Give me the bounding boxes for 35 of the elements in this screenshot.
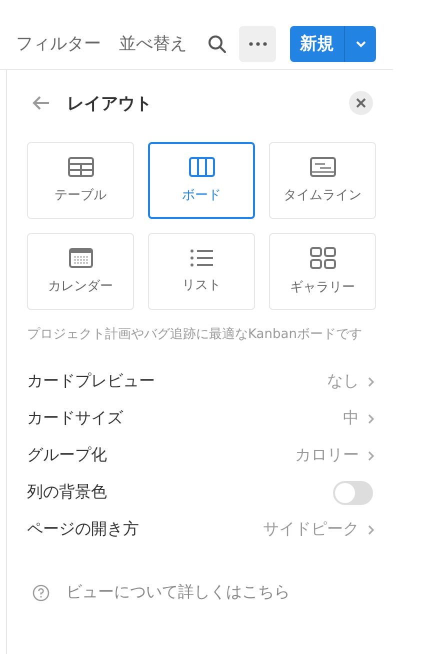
layout-option[interactable]: テーブル xyxy=(27,142,134,219)
timeline-icon xyxy=(310,157,336,177)
filter-button[interactable]: フィルター xyxy=(16,32,101,55)
setting-label: 列の背景色 xyxy=(27,482,107,503)
help-link[interactable]: ビューについて詳しくはこちら xyxy=(27,582,375,603)
more-icon xyxy=(248,42,266,46)
calendar-icon xyxy=(68,248,92,268)
layout-option[interactable]: リスト xyxy=(148,233,255,310)
sort-button[interactable]: 並べ替え xyxy=(119,32,187,55)
close-button[interactable] xyxy=(349,91,373,115)
toggle-switch[interactable] xyxy=(333,480,373,504)
setting-label: ページの開き方 xyxy=(27,519,139,540)
layout-description: プロジェクト計画やバグ追跡に最適なKanbanボードです xyxy=(27,326,363,344)
chevron-right-icon xyxy=(367,412,375,424)
layout-option[interactable]: ギャラリー xyxy=(269,233,376,310)
back-arrow-icon[interactable] xyxy=(31,95,51,111)
chevron-right-icon xyxy=(367,450,375,462)
gallery-icon xyxy=(310,247,336,269)
setting-label: カードサイズ xyxy=(27,408,123,429)
setting-label: グループ化 xyxy=(27,445,107,466)
table-icon xyxy=(68,157,94,177)
layout-option[interactable]: タイムライン xyxy=(269,142,376,219)
setting-label: カードプレビュー xyxy=(27,371,155,392)
close-icon xyxy=(356,98,366,108)
list-icon xyxy=(190,249,214,267)
question-icon xyxy=(32,584,50,602)
layout-option[interactable]: カレンダー xyxy=(27,233,134,310)
chevron-right-icon xyxy=(367,524,375,536)
layout-option[interactable]: ボード xyxy=(148,142,255,219)
chevron-down-icon xyxy=(354,40,366,48)
panel-title: レイアウト xyxy=(67,92,153,114)
chevron-right-icon xyxy=(367,376,375,388)
more-button[interactable] xyxy=(239,26,276,62)
columns-icon xyxy=(188,157,214,177)
search-icon[interactable] xyxy=(207,34,227,54)
